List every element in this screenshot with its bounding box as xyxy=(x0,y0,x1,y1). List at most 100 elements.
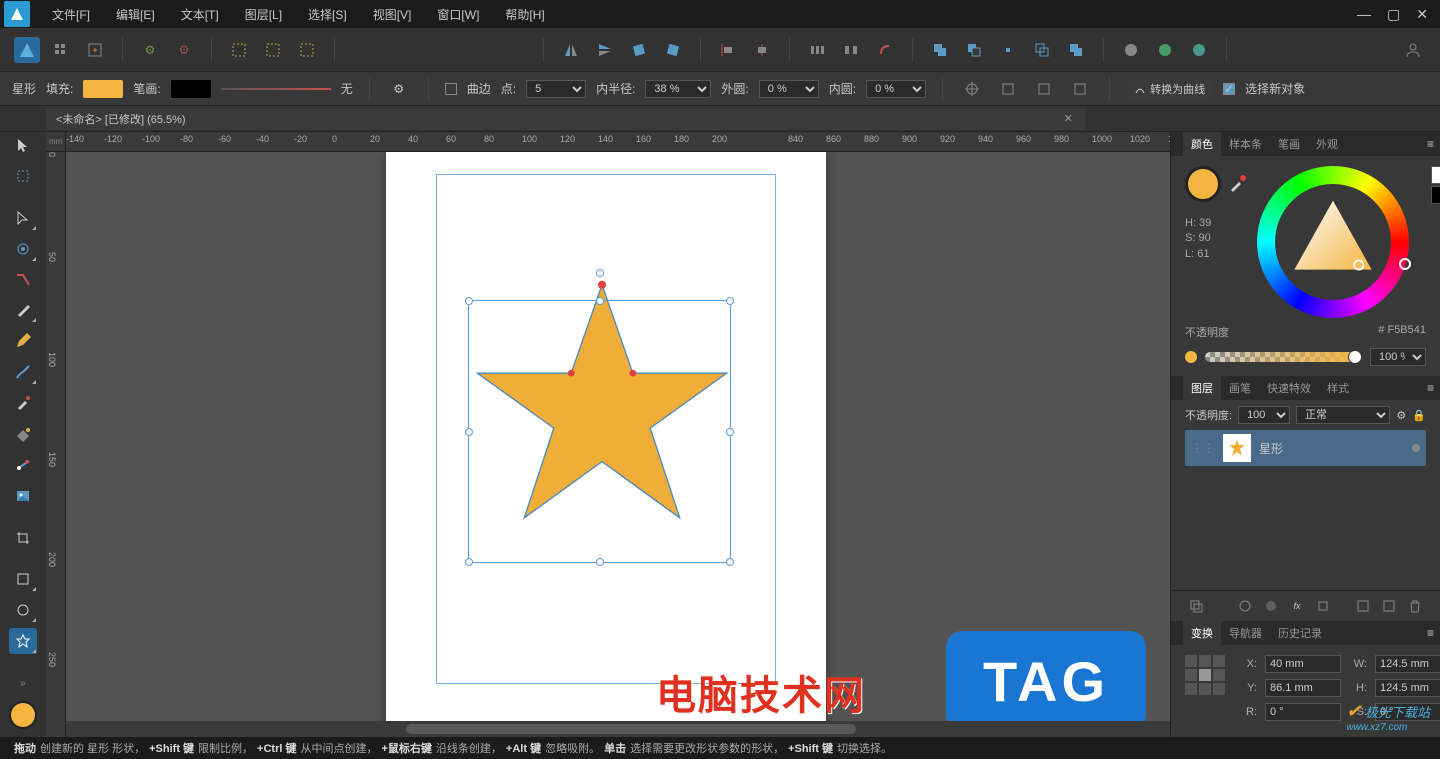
flip-horizontal-icon[interactable] xyxy=(558,37,584,63)
select-all-icon[interactable] xyxy=(226,37,252,63)
rectangle-tool[interactable] xyxy=(9,566,37,592)
pixel-persona-icon[interactable] xyxy=(48,37,74,63)
panel-menu-icon[interactable]: ≡ xyxy=(1421,381,1440,395)
stroke-color-well[interactable] xyxy=(171,80,211,98)
place-image-tool[interactable] xyxy=(9,483,37,509)
h-input[interactable] xyxy=(1375,679,1440,697)
divide-op-icon[interactable] xyxy=(1029,37,1055,63)
move-tool[interactable] xyxy=(9,132,37,158)
visibility-dot[interactable] xyxy=(1412,444,1420,452)
convert-to-curve-button[interactable]: 转换为曲线 xyxy=(1126,79,1213,99)
menu-window[interactable]: 窗口[W] xyxy=(425,2,491,27)
ruler-horizontal[interactable]: -140-120-100-80-60-40-200204060801001201… xyxy=(66,132,1170,152)
pencil-tool[interactable] xyxy=(9,328,37,354)
s-input[interactable] xyxy=(1375,703,1440,721)
color-wheel[interactable] xyxy=(1257,166,1409,318)
panel-menu-icon[interactable]: ≡ xyxy=(1421,137,1440,151)
combine-op-icon[interactable] xyxy=(1063,37,1089,63)
tab-layers[interactable]: 图层 xyxy=(1183,376,1221,400)
curve-checkbox[interactable] xyxy=(445,83,457,95)
menu-text[interactable]: 文本[T] xyxy=(169,2,231,27)
primary-color-swatch[interactable] xyxy=(1185,166,1221,202)
menu-file[interactable]: 文件[F] xyxy=(40,2,102,27)
ruler-unit[interactable]: mm xyxy=(46,132,66,152)
inner-circle-input[interactable]: 0 % xyxy=(866,80,926,98)
tab-swatch[interactable]: 样本条 xyxy=(1221,132,1270,156)
reselect-icon[interactable] xyxy=(294,37,320,63)
layer-item[interactable]: ⋮⋮ 星形 xyxy=(1185,430,1426,466)
artboard-tool[interactable] xyxy=(9,163,37,189)
subtract-op-icon[interactable] xyxy=(961,37,987,63)
rotate-cw-icon[interactable] xyxy=(660,37,686,63)
gear-icon[interactable]: ⚙ xyxy=(1396,409,1406,422)
points-input[interactable]: 5 xyxy=(526,80,586,98)
rotate-ccw-icon[interactable] xyxy=(626,37,652,63)
blend-mode-select[interactable]: 正常 xyxy=(1296,406,1390,424)
new-pixel-layer-icon[interactable] xyxy=(1352,595,1374,617)
adjustment-icon[interactable] xyxy=(1260,595,1282,617)
auto-distribute-icon[interactable] xyxy=(838,37,864,63)
opacity-slider[interactable] xyxy=(1205,352,1362,362)
snap-icon[interactable] xyxy=(872,37,898,63)
document-tab[interactable]: <未命名> [已修改] (65.5%) ✕ xyxy=(46,108,1085,130)
preferences-icon[interactable]: ⚙ xyxy=(137,37,163,63)
scrollbar-horizontal[interactable] xyxy=(66,721,1170,737)
crop-layer-icon[interactable] xyxy=(1312,595,1334,617)
opacity-handle[interactable] xyxy=(1348,350,1362,364)
eyedropper-icon[interactable] xyxy=(1227,174,1247,194)
tab-navigator[interactable]: 导航器 xyxy=(1221,621,1270,645)
swatch-pair[interactable] xyxy=(1431,166,1440,204)
artboard[interactable] xyxy=(386,152,826,721)
settings-icon[interactable]: ⚙ xyxy=(386,76,412,102)
distribute-h-icon[interactable] xyxy=(804,37,830,63)
minimize-button[interactable]: — xyxy=(1357,6,1371,23)
tab-history[interactable]: 历史记录 xyxy=(1270,621,1330,645)
hue-handle[interactable] xyxy=(1399,258,1411,270)
tab-styles[interactable]: 样式 xyxy=(1319,376,1357,400)
mask-icon[interactable] xyxy=(1234,595,1256,617)
menu-help[interactable]: 帮助[H] xyxy=(493,2,556,27)
node-tool[interactable] xyxy=(9,205,37,231)
new-layer-icon[interactable] xyxy=(1378,595,1400,617)
eyedropper-tool[interactable] xyxy=(9,390,37,416)
persona-designer-icon[interactable] xyxy=(14,37,40,63)
tab-color[interactable]: 颜色 xyxy=(1183,132,1221,156)
menu-view[interactable]: 视图[V] xyxy=(361,2,424,27)
insert-behind-icon[interactable] xyxy=(1118,37,1144,63)
corner-tool[interactable] xyxy=(9,267,37,293)
y-input[interactable] xyxy=(1265,679,1341,697)
selection-bounds[interactable] xyxy=(468,300,731,563)
insert-inside-icon[interactable] xyxy=(1152,37,1178,63)
inner-radius-input[interactable]: 38 % xyxy=(645,80,711,98)
w-input[interactable] xyxy=(1375,655,1440,673)
layer-opacity-input[interactable]: 100 % xyxy=(1238,406,1290,424)
tab-brushes[interactable]: 画笔 xyxy=(1221,376,1259,400)
lock-icon[interactable]: 🔒 xyxy=(1412,409,1426,422)
menu-layer[interactable]: 图层[L] xyxy=(233,2,294,27)
ruler-vertical[interactable]: 050100150200250 xyxy=(46,152,66,737)
align-left-icon[interactable] xyxy=(715,37,741,63)
crop-tool[interactable] xyxy=(9,525,37,551)
align-center-h-icon[interactable] xyxy=(749,37,775,63)
panel-menu-icon[interactable]: ≡ xyxy=(1421,626,1440,640)
delete-layer-icon[interactable] xyxy=(1404,595,1426,617)
contour-tool[interactable] xyxy=(9,236,37,262)
menu-select[interactable]: 选择[S] xyxy=(296,2,359,27)
tab-transform[interactable]: 变换 xyxy=(1183,621,1221,645)
ellipse-tool[interactable] xyxy=(9,597,37,623)
tab-appearance[interactable]: 外观 xyxy=(1308,132,1346,156)
star-tool[interactable] xyxy=(9,628,37,654)
flip-vertical-icon[interactable] xyxy=(592,37,618,63)
intersect-op-icon[interactable] xyxy=(995,37,1021,63)
menu-edit[interactable]: 编辑[E] xyxy=(104,2,167,27)
align-tool-1[interactable] xyxy=(959,76,985,102)
align-tool-2[interactable] xyxy=(995,76,1021,102)
fx-icon[interactable]: fx xyxy=(1286,595,1308,617)
fill-tool[interactable] xyxy=(9,421,37,447)
chevron-right-icon[interactable]: » xyxy=(9,670,37,696)
select-new-checkbox[interactable]: ✓ xyxy=(1223,83,1235,95)
export-persona-icon[interactable] xyxy=(82,37,108,63)
drag-handle-icon[interactable]: ⋮⋮ xyxy=(1191,441,1215,455)
color-selector[interactable] xyxy=(9,701,37,729)
tab-close-icon[interactable]: ✕ xyxy=(1062,112,1075,125)
